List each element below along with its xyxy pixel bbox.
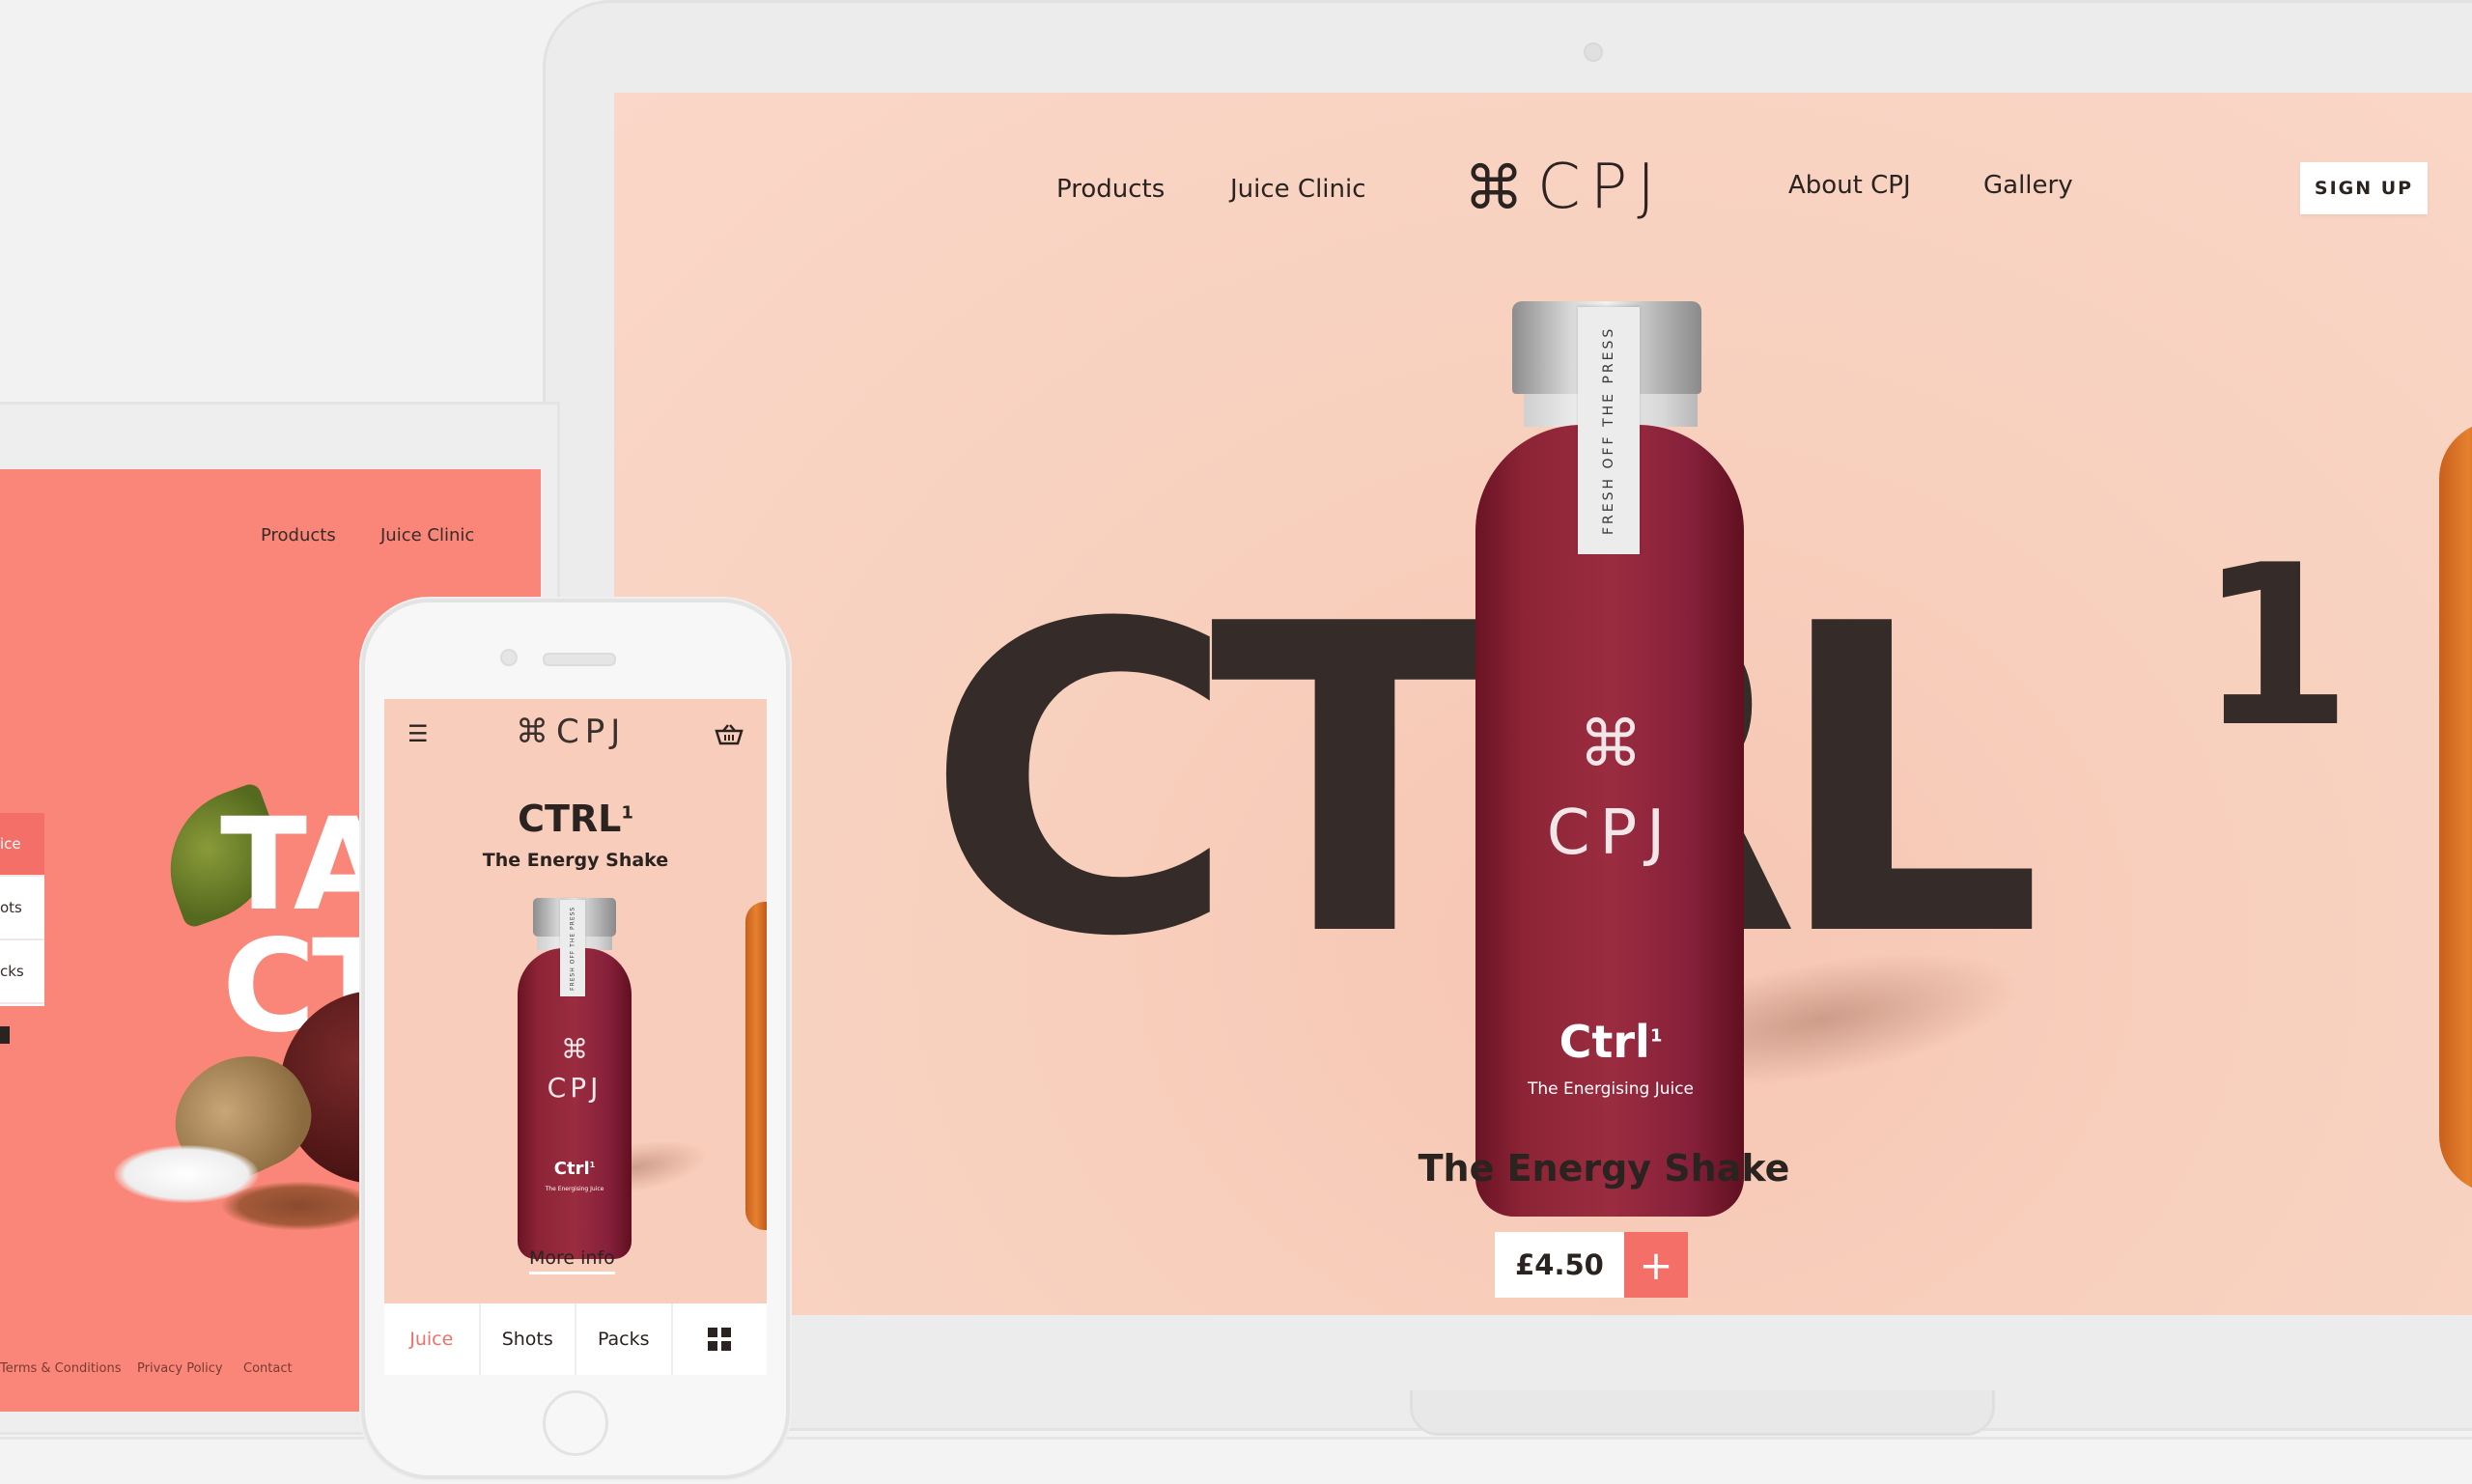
phone-product-title: CTRL	[518, 798, 622, 840]
phone-logo[interactable]: ⌘ CPJ	[516, 713, 626, 751]
phone-title-sup: 1	[621, 802, 633, 824]
bottle-logo-text: CPJ	[1546, 798, 1675, 869]
footer-contact-link[interactable]: Contact	[243, 1361, 293, 1376]
signup-button[interactable]: SIGN UP	[2300, 162, 2428, 214]
add-to-basket-button[interactable]: +	[1624, 1232, 1688, 1298]
phone-logo-text: CPJ	[556, 713, 627, 751]
phone-next-product-bottle[interactable]	[745, 902, 767, 1230]
phone-fresh-label-strip: FRESH OFF THE PRESS	[560, 900, 585, 996]
tablet-side-menu: ice ots cks	[0, 813, 44, 1044]
phone-home-button[interactable]	[543, 1390, 608, 1456]
desktop-screen: Products Juice Clinic ⌘ CPJ About CPJ Ga…	[614, 93, 2472, 1315]
bottle-command-icon: ⌘	[1579, 707, 1643, 781]
tab-shots[interactable]: Shots	[481, 1303, 576, 1375]
phone-bottle-name: Ctrl	[553, 1159, 590, 1179]
phone-screen: ☰ ⌘ CPJ CTRL1 The Energy Shake FRESH OFF…	[384, 699, 767, 1375]
fresh-label-strip: FRESH OFF THE PRESS	[1578, 307, 1640, 554]
footer-terms-link[interactable]: Terms & Conditions	[0, 1361, 122, 1376]
tab-packs[interactable]: Packs	[576, 1303, 673, 1375]
basket-icon[interactable]	[715, 724, 744, 745]
phone-camera	[500, 649, 518, 666]
tablet-nav-products[interactable]: Products	[261, 525, 336, 546]
cocoa-powder-image	[222, 1182, 377, 1230]
monitor-base	[1410, 1390, 1995, 1436]
phone-juice-bottle: FRESH OFF THE PRESS ⌘ CPJ Ctrl1 The Ener…	[516, 898, 633, 1259]
next-product-bottle[interactable]	[2439, 421, 2472, 1193]
command-logo-icon: ⌘	[1464, 152, 1524, 223]
bottle-name-sup: 1	[1649, 1025, 1663, 1047]
logo-text: CPJ	[1537, 152, 1666, 223]
bottle-name: Ctrl	[1559, 1016, 1650, 1068]
bottle-tagline: The Energising Juice	[1527, 1079, 1695, 1099]
tablet-menu-item-juice[interactable]: ice	[0, 813, 44, 877]
phone-product-subtitle: The Energy Shake	[482, 850, 669, 871]
hero-superscript: 1	[2198, 518, 2353, 776]
product-title: The Energy Shake	[1418, 1147, 1790, 1190]
plus-icon: +	[1639, 1241, 1673, 1289]
nav-juice-clinic[interactable]: Juice Clinic	[1230, 175, 1366, 204]
juice-bottle: FRESH OFF THE PRESS ⌘ CPJ Ctrl1 The Ener…	[1470, 301, 1752, 1217]
hamburger-menu-icon[interactable]: ☰	[407, 720, 429, 747]
phone-speaker	[543, 653, 616, 666]
tablet-nav-juice-clinic[interactable]: Juice Clinic	[380, 525, 474, 546]
phone-command-logo-icon: ⌘	[516, 713, 548, 751]
phone-bottle-tagline: The Energising Juice	[545, 1186, 604, 1192]
phone-bottle-command-icon: ⌘	[561, 1033, 588, 1065]
grid-icon	[0, 1026, 10, 1044]
nav-gallery[interactable]: Gallery	[1983, 171, 2073, 200]
phone-bottle-logo-text: CPJ	[547, 1072, 603, 1104]
phone-tab-bar: Juice Shots Packs	[384, 1303, 767, 1375]
tab-grid[interactable]	[673, 1303, 768, 1375]
nav-products[interactable]: Products	[1056, 175, 1165, 204]
monitor-camera	[1584, 42, 1603, 62]
tablet-menu-item-packs[interactable]: cks	[0, 940, 44, 1004]
site-logo[interactable]: ⌘ CPJ	[1464, 149, 1696, 226]
grid-icon	[708, 1328, 732, 1351]
tablet-menu-item-grid[interactable]	[0, 1004, 44, 1066]
tablet-menu-item-shots[interactable]: ots	[0, 877, 44, 940]
nav-about[interactable]: About CPJ	[1788, 171, 1911, 200]
price-tag: £4.50	[1495, 1232, 1624, 1298]
phone-bottle-name-sup: 1	[589, 1161, 596, 1169]
footer-privacy-link[interactable]: Privacy Policy	[137, 1361, 223, 1376]
more-info-link[interactable]: More info	[529, 1247, 615, 1274]
tab-juice[interactable]: Juice	[384, 1303, 481, 1375]
